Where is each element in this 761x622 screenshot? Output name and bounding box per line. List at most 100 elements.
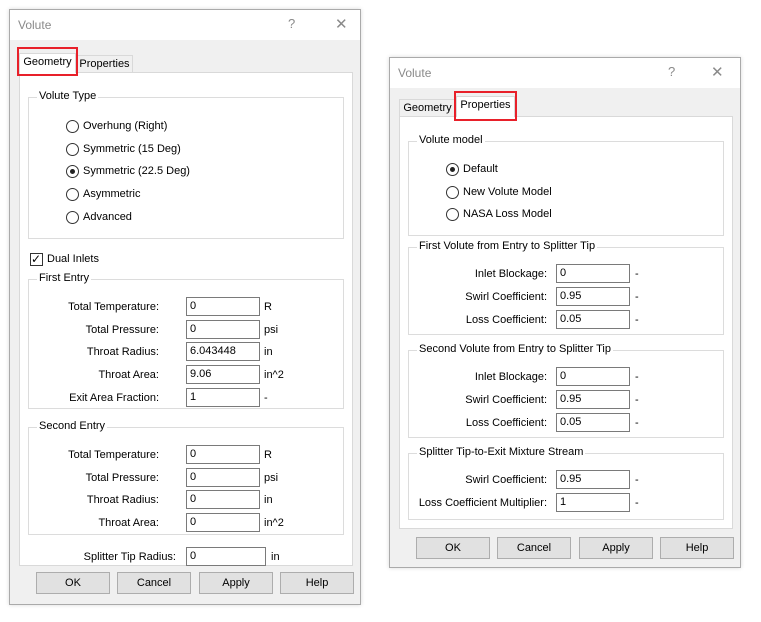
field-label: Inlet Blockage: (474, 371, 547, 383)
total-pressure-input[interactable]: 0 (186, 320, 260, 339)
volute-geometry-dialog: Volute ? ✕ Geometry Properties Volute Ty… (9, 9, 361, 605)
throat-radius-input[interactable]: 0 (186, 490, 260, 509)
close-icon[interactable]: ✕ (335, 15, 348, 33)
field-label: Exit Area Fraction: (69, 392, 159, 404)
field-unit: - (635, 314, 639, 326)
radio-label: Default (463, 163, 498, 175)
volute-type-group: Volute Type Overhung (Right) Symmetric (… (28, 90, 344, 239)
field-label: Loss Coefficient Multiplier: (418, 497, 547, 509)
field-label: Throat Radius: (86, 494, 159, 506)
first-entry-group: First Entry Total Temperature: 0 R Total… (28, 272, 344, 409)
group-label: Splitter Tip-to-Exit Mixture Stream (417, 446, 586, 458)
apply-button[interactable]: Apply (579, 537, 653, 559)
field-label: Total Temperature: (68, 301, 159, 313)
tab-highlight-box (454, 91, 517, 121)
swirl-coefficient-input[interactable]: 0.95 (556, 470, 630, 489)
radio-label: Advanced (83, 211, 132, 223)
help-button[interactable]: Help (280, 572, 354, 594)
field-label: Throat Area: (98, 369, 159, 381)
first-volute-group: First Volute from Entry to Splitter Tip … (408, 240, 724, 335)
group-label: Volute Type (37, 90, 99, 102)
field-unit: R (264, 301, 272, 313)
field-unit: R (264, 449, 272, 461)
total-temperature-input[interactable]: 0 (186, 297, 260, 316)
volute-model-group: Volute model Default New Volute Model NA… (408, 134, 724, 236)
field-label: Total Pressure: (85, 472, 159, 484)
loss-coefficient-input[interactable]: 0.05 (556, 413, 630, 432)
field-label: Swirl Coefficient: (465, 291, 547, 303)
field-unit: psi (264, 472, 279, 484)
radio-label: Asymmetric (83, 188, 141, 200)
swirl-coefficient-input[interactable]: 0.95 (556, 287, 630, 306)
field-unit: - (635, 417, 639, 429)
exit-area-fraction-input[interactable]: 1 (186, 388, 260, 407)
tab-label: Geometry (403, 102, 452, 114)
radio-selected-dot (450, 167, 455, 172)
tab-highlight-box (17, 47, 78, 76)
throat-area-input[interactable]: 9.06 (186, 365, 260, 384)
tab-geometry[interactable]: Geometry (399, 99, 456, 117)
radio-circle (66, 120, 79, 133)
field-label: Loss Coefficient: (465, 417, 547, 429)
loss-coefficient-multiplier-input[interactable]: 1 (556, 493, 630, 512)
field-unit: - (635, 394, 639, 406)
close-icon[interactable]: ✕ (711, 63, 724, 81)
field-unit: - (635, 371, 639, 383)
geometry-tab-panel: Volute Type Overhung (Right) Symmetric (… (19, 72, 353, 566)
help-icon[interactable]: ? (288, 16, 295, 31)
field-label: Total Temperature: (68, 449, 159, 461)
group-label: Second Entry (37, 420, 108, 432)
checkbox-label: Dual Inlets (47, 253, 99, 265)
tab-label: Properties (79, 58, 130, 70)
help-icon[interactable]: ? (668, 64, 675, 79)
cancel-button[interactable]: Cancel (117, 572, 191, 594)
cancel-button[interactable]: Cancel (497, 537, 571, 559)
group-label: First Entry (37, 272, 92, 284)
field-label: Swirl Coefficient: (465, 394, 547, 406)
field-label: Loss Coefficient: (465, 314, 547, 326)
ok-button[interactable]: OK (416, 537, 490, 559)
inlet-blockage-input[interactable]: 0 (556, 367, 630, 386)
radio-circle (66, 188, 79, 201)
field-label: Inlet Blockage: (474, 268, 547, 280)
help-button[interactable]: Help (660, 537, 734, 559)
field-unit: in^2 (264, 369, 284, 381)
volute-properties-dialog: Volute ? ✕ Geometry Properties Volute mo… (389, 57, 741, 568)
field-label: Throat Area: (98, 517, 159, 529)
radio-label: NASA Loss Model (463, 208, 552, 220)
total-temperature-input[interactable]: 0 (186, 445, 260, 464)
title-bar: Volute ? ✕ (10, 10, 360, 40)
field-label: Total Pressure: (85, 324, 159, 336)
properties-tab-panel: Volute model Default New Volute Model NA… (399, 116, 733, 529)
group-label: Volute model (417, 134, 485, 146)
loss-coefficient-input[interactable]: 0.05 (556, 310, 630, 329)
second-entry-group: Second Entry Total Temperature: 0 R Tota… (28, 420, 344, 535)
splitter-tip-radius-input[interactable]: 0 (186, 547, 266, 566)
radio-circle (446, 163, 459, 176)
swirl-coefficient-input[interactable]: 0.95 (556, 390, 630, 409)
radio-circle (446, 186, 459, 199)
total-pressure-input[interactable]: 0 (186, 468, 260, 487)
field-unit: in (264, 494, 273, 506)
field-unit: - (264, 392, 268, 404)
radio-label: New Volute Model (463, 186, 552, 198)
group-label: First Volute from Entry to Splitter Tip (417, 240, 598, 252)
inlet-blockage-input[interactable]: 0 (556, 264, 630, 283)
mixture-stream-group: Splitter Tip-to-Exit Mixture Stream Swir… (408, 446, 724, 520)
field-unit: in^2 (264, 517, 284, 529)
radio-label: Symmetric (22.5 Deg) (83, 165, 190, 177)
radio-circle (66, 143, 79, 156)
throat-radius-input[interactable]: 6.043448 (186, 342, 260, 361)
splitter-tip-radius-label: Splitter Tip Radius: (83, 551, 176, 563)
field-label: Swirl Coefficient: (465, 474, 547, 486)
tab-properties[interactable]: Properties (76, 55, 133, 73)
apply-button[interactable]: Apply (199, 572, 273, 594)
radio-circle (66, 211, 79, 224)
second-volute-group: Second Volute from Entry to Splitter Tip… (408, 343, 724, 438)
field-unit: - (635, 268, 639, 280)
check-icon: ✓ (31, 252, 42, 266)
field-unit: - (635, 291, 639, 303)
splitter-tip-radius-unit: in (271, 551, 280, 563)
throat-area-input[interactable]: 0 (186, 513, 260, 532)
ok-button[interactable]: OK (36, 572, 110, 594)
